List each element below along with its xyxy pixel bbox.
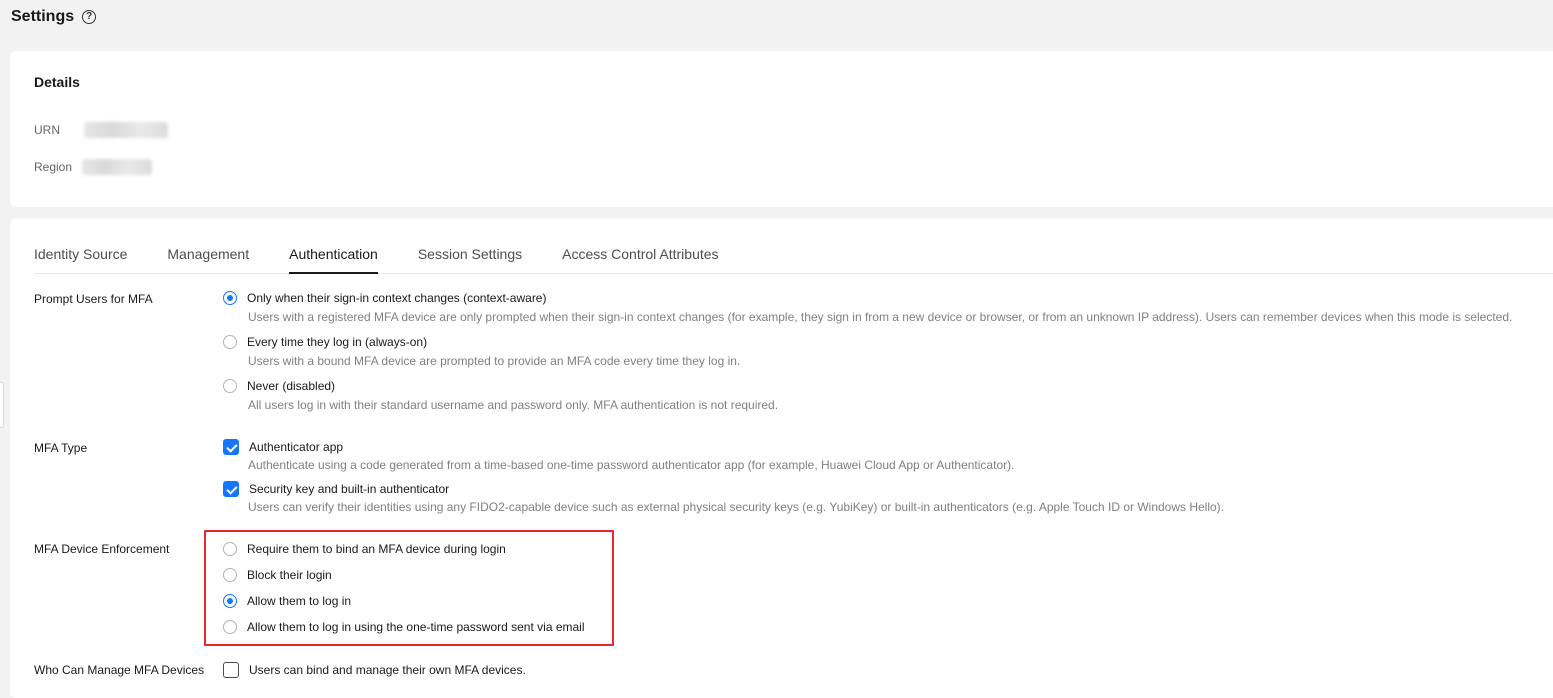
prompt-mfa-label: Prompt Users for MFA	[34, 292, 153, 306]
page-title: Settings	[11, 8, 75, 25]
details-title: Details	[34, 74, 80, 90]
tab-access-control-attributes[interactable]: Access Control Attributes	[562, 246, 718, 273]
prompt-option-label: Every time they log in (always-on)	[247, 335, 428, 349]
region-label: Region	[34, 160, 73, 174]
region-row: Region	[34, 159, 152, 175]
mfa-type-option-desc: Authenticate using a code generated from…	[248, 458, 1015, 472]
mfa-type-label: MFA Type	[34, 441, 88, 455]
details-card: Details URN Region	[10, 51, 1553, 207]
tab-session-settings[interactable]: Session Settings	[418, 246, 522, 273]
prompt-option-context-aware[interactable]: Only when their sign-in context changes …	[223, 291, 546, 305]
urn-label: URN	[34, 123, 60, 137]
checkbox-security-key[interactable]	[223, 481, 239, 497]
side-panel-handle[interactable]	[0, 382, 4, 428]
checkbox-authenticator-app[interactable]	[223, 439, 239, 455]
mfa-type-option-label: Security key and built-in authenticator	[249, 482, 450, 496]
tab-authentication[interactable]: Authentication	[289, 246, 378, 274]
tab-identity-source[interactable]: Identity Source	[34, 246, 127, 273]
manage-devices-option-label: Users can bind and manage their own MFA …	[249, 663, 526, 677]
tab-management[interactable]: Management	[167, 246, 249, 273]
settings-card: Identity Source Management Authenticatio…	[10, 218, 1553, 698]
urn-value-redacted	[84, 122, 168, 138]
enforcement-label: MFA Device Enforcement	[34, 542, 170, 556]
prompt-option-desc: Users with a registered MFA device are o…	[248, 310, 1513, 324]
radio-never[interactable]	[223, 379, 237, 393]
prompt-option-never[interactable]: Never (disabled)	[223, 379, 335, 393]
manage-devices-option[interactable]: Users can bind and manage their own MFA …	[223, 662, 526, 678]
prompt-option-label: Never (disabled)	[247, 379, 336, 393]
mfa-type-option-label: Authenticator app	[249, 440, 344, 454]
prompt-option-label: Only when their sign-in context changes …	[247, 291, 547, 305]
mfa-type-option-desc: Users can verify their identities using …	[248, 500, 1225, 514]
radio-always-on[interactable]	[223, 335, 237, 349]
highlight-annotation-box	[204, 530, 614, 646]
radio-context-aware[interactable]	[223, 291, 237, 305]
mfa-type-authenticator-app[interactable]: Authenticator app	[223, 439, 343, 455]
help-icon[interactable]: ?	[82, 10, 97, 24]
prompt-option-desc: All users log in with their standard use…	[248, 398, 779, 412]
tab-bar: Identity Source Management Authenticatio…	[34, 246, 1553, 274]
manage-devices-label: Who Can Manage MFA Devices	[34, 663, 205, 677]
checkbox-self-manage-devices[interactable]	[223, 662, 239, 678]
prompt-option-always-on[interactable]: Every time they log in (always-on)	[223, 335, 427, 349]
urn-row: URN	[34, 122, 168, 138]
region-value-redacted	[82, 159, 152, 175]
mfa-type-security-key[interactable]: Security key and built-in authenticator	[223, 481, 449, 497]
page-header: Settings ?	[11, 8, 97, 26]
prompt-option-desc: Users with a bound MFA device are prompt…	[248, 354, 741, 368]
